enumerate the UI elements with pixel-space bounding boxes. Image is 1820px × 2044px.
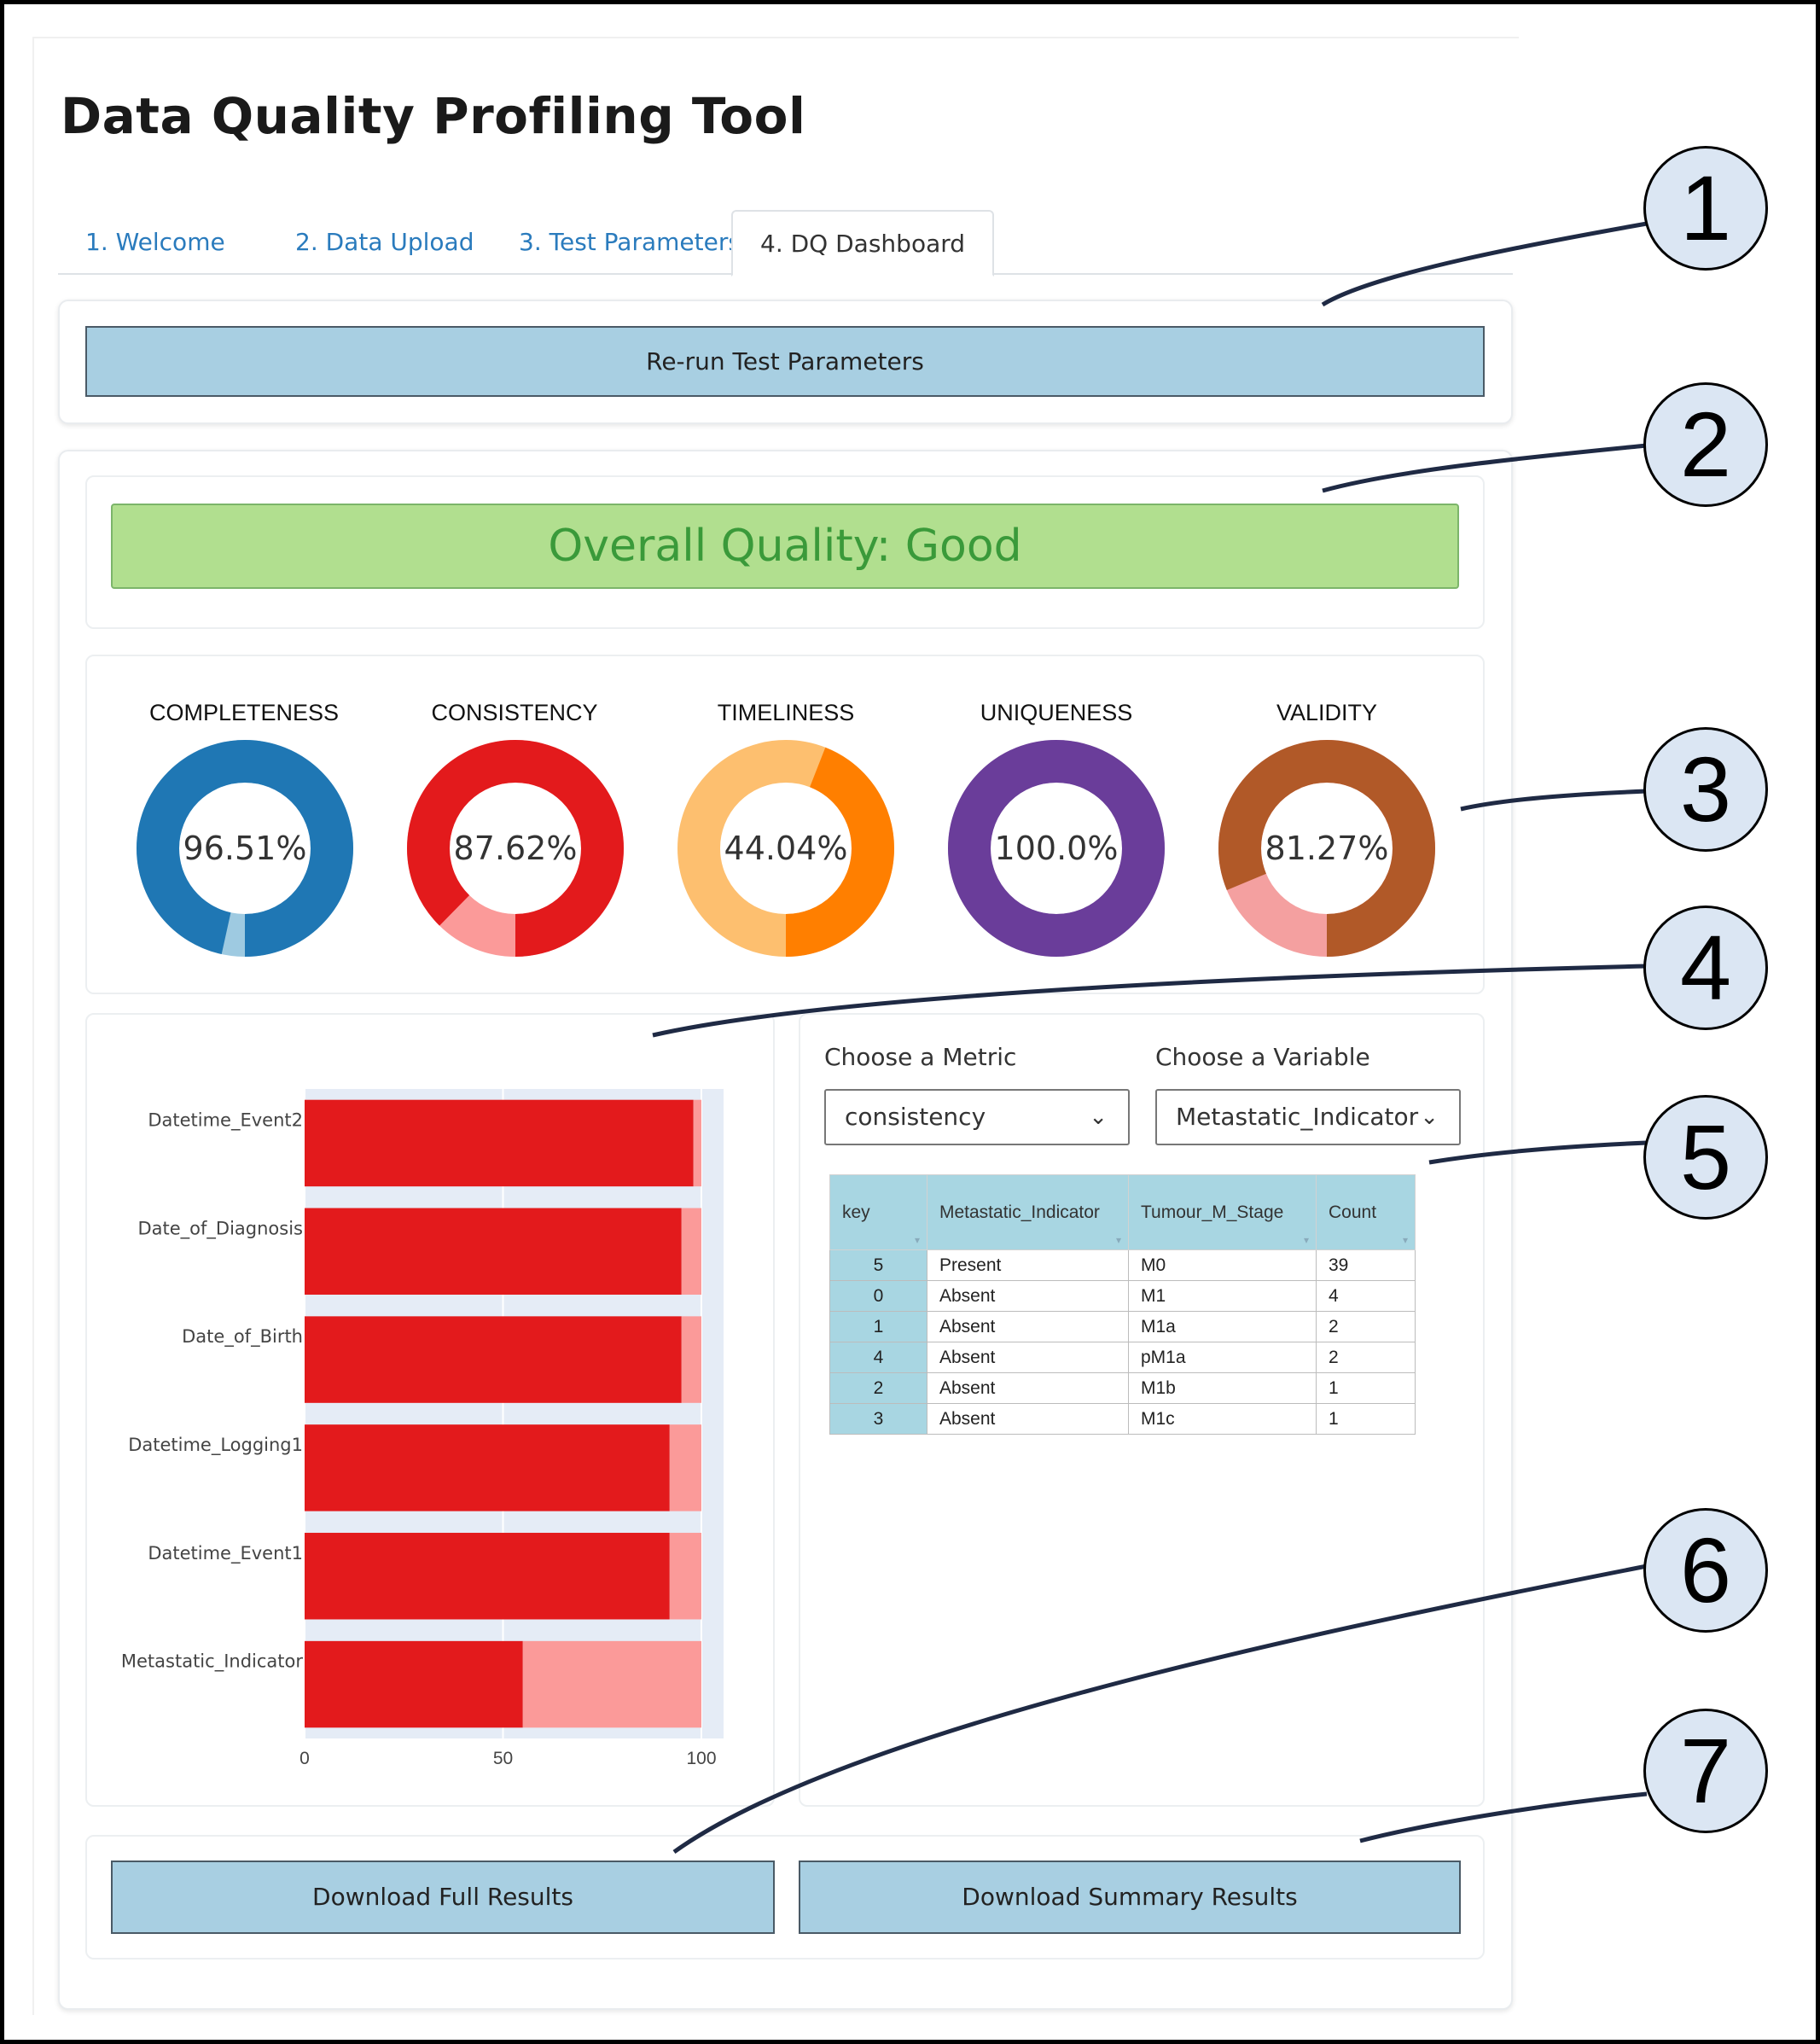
- callout-leader-lines: [652, 221, 1648, 1855]
- leader-line-3: [1460, 789, 1648, 812]
- callout-badge-2: 2: [1643, 382, 1768, 507]
- callout-badge-3: 3: [1643, 727, 1768, 852]
- callout-badge-4: 4: [1643, 906, 1768, 1030]
- leader-line-1: [1321, 221, 1648, 307]
- callout-badge-5: 5: [1643, 1095, 1768, 1220]
- leader-line-7: [1359, 1791, 1648, 1843]
- leader-line-2: [1322, 443, 1648, 493]
- callout-badge-6: 6: [1643, 1508, 1768, 1633]
- callout-badge-1: 1: [1643, 146, 1768, 271]
- leader-line-6: [672, 1564, 1648, 1855]
- callout-badge-7: 7: [1643, 1709, 1768, 1833]
- leader-line-5: [1428, 1140, 1648, 1165]
- leader-line-4: [652, 964, 1648, 1038]
